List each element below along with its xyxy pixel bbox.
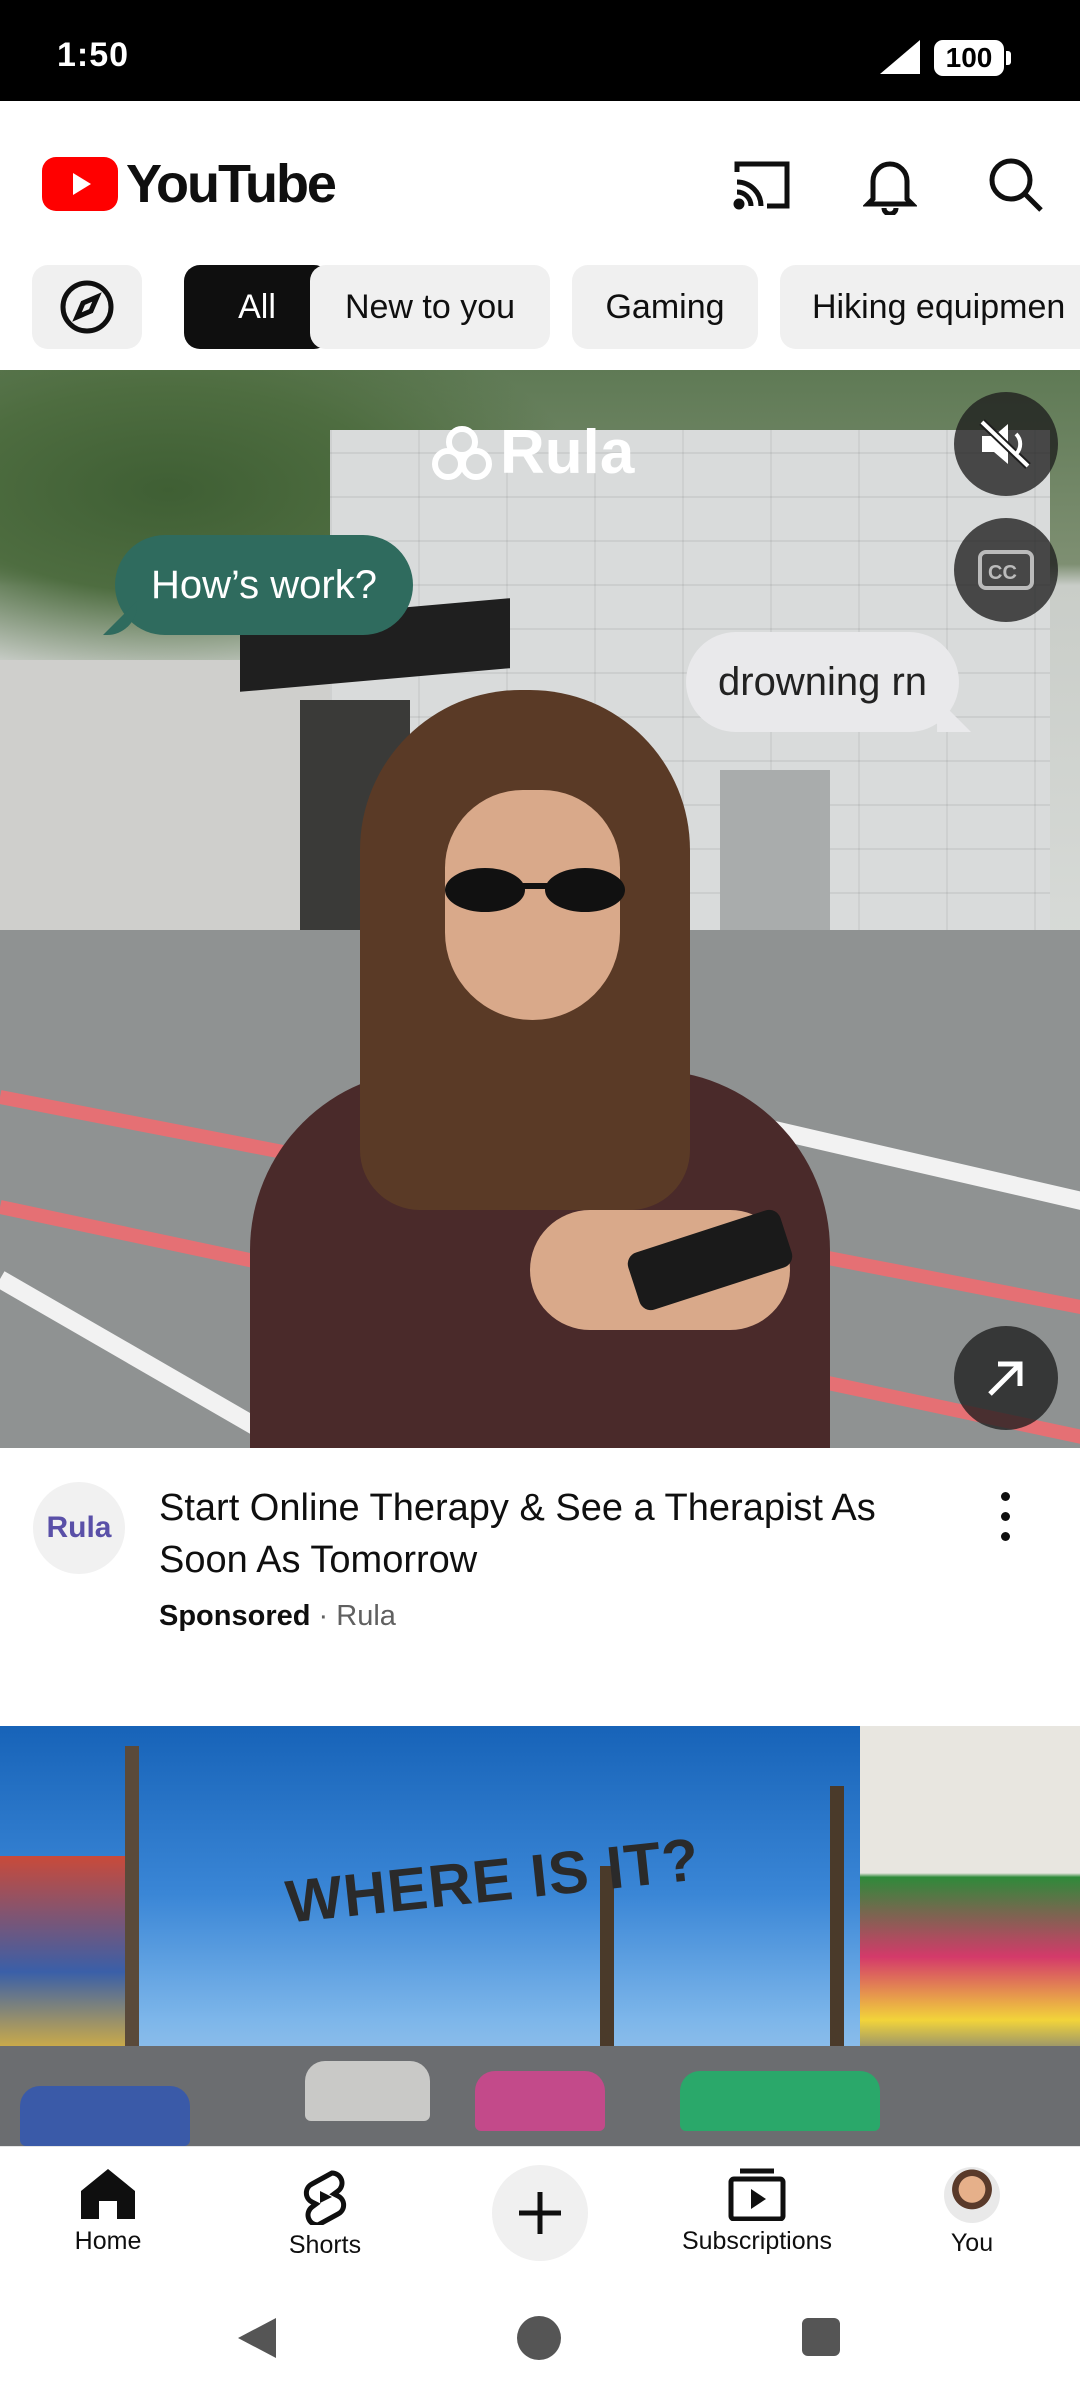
nav-subscriptions[interactable]: Subscriptions xyxy=(677,2167,837,2256)
nav-home-label: Home xyxy=(74,2227,142,2255)
status-bar: 1:50 100 xyxy=(0,0,1080,101)
nav-shorts-label: Shorts xyxy=(288,2231,362,2259)
svg-text:CC: CC xyxy=(988,562,1017,584)
search-icon[interactable] xyxy=(984,153,1048,217)
create-plus-icon xyxy=(519,2192,561,2234)
filter-chips: All New to you Gaming Hiking equipmen xyxy=(0,263,1080,349)
thumb-pole xyxy=(125,1746,139,2086)
sponsored-label: Sponsored xyxy=(159,1600,311,1632)
chat-bubble-left: How’s work? xyxy=(115,535,413,635)
thumb-car xyxy=(680,2071,880,2131)
video-thumbnail[interactable]: WHERE IS IT? xyxy=(0,1726,1080,2146)
mute-icon xyxy=(979,419,1031,469)
recents-square-icon[interactable] xyxy=(802,2318,840,2356)
advertiser-avatar-text: Rula xyxy=(46,1511,112,1544)
chip-new-to-you[interactable]: New to you xyxy=(310,265,550,349)
battery-icon: 100 xyxy=(934,40,1011,76)
back-icon[interactable] xyxy=(236,2316,278,2360)
chip-gaming[interactable]: Gaming xyxy=(572,265,758,349)
subline-separator: · xyxy=(318,1600,329,1632)
compass-icon xyxy=(60,280,114,334)
top-app-bar: YouTube xyxy=(0,101,1080,261)
advertiser-avatar[interactable]: Rula xyxy=(33,1482,125,1574)
nav-shorts[interactable]: Shorts xyxy=(245,2167,405,2260)
ad-brand-overlay: Rula xyxy=(430,417,634,488)
thumbnail-text: WHERE IS IT? xyxy=(282,1825,703,1936)
bell-icon[interactable] xyxy=(858,153,922,217)
explore-button[interactable] xyxy=(32,265,142,349)
ad-person xyxy=(250,690,830,1448)
battery-level: 100 xyxy=(945,42,993,73)
status-time: 1:50 xyxy=(57,36,130,74)
create-button[interactable] xyxy=(492,2165,588,2261)
bottom-navigation: Home Shorts Subscriptions You xyxy=(0,2146,1080,2276)
nav-you-label: You xyxy=(950,2229,994,2257)
cast-icon[interactable] xyxy=(730,153,794,217)
nav-you[interactable]: You xyxy=(892,2167,1052,2258)
ad-subline: Sponsored · Rula xyxy=(159,1600,396,1633)
more-options-button[interactable] xyxy=(990,1486,1020,1546)
open-external-icon xyxy=(988,1361,1023,1396)
nav-subscriptions-label: Subscriptions xyxy=(681,2227,833,2255)
youtube-logo[interactable]: YouTube xyxy=(42,153,337,215)
subscriptions-icon xyxy=(728,2168,786,2221)
chip-all[interactable]: All xyxy=(184,265,330,349)
signal-icon xyxy=(880,40,920,74)
shorts-icon xyxy=(303,2170,347,2225)
youtube-play-icon xyxy=(42,157,118,211)
avatar xyxy=(944,2167,1000,2223)
thumb-car xyxy=(305,2061,430,2121)
home-circle-icon[interactable] xyxy=(517,2316,561,2360)
ad-details[interactable]: Rula Start Online Therapy & See a Therap… xyxy=(0,1448,1080,1688)
ad-brand-text: Rula xyxy=(500,418,635,487)
chip-hiking-equipment[interactable]: Hiking equipmen xyxy=(780,265,1080,349)
home-icon xyxy=(81,2169,135,2219)
thumb-car xyxy=(20,2086,190,2146)
system-navigation xyxy=(0,2276,1080,2400)
captions-button[interactable]: CC xyxy=(954,518,1058,622)
thumb-car xyxy=(475,2071,605,2131)
mute-button[interactable] xyxy=(954,392,1058,496)
ad-video-player[interactable]: Rula How’s work? drowning rn CC xyxy=(0,370,1080,1448)
nav-home[interactable]: Home xyxy=(28,2167,188,2256)
ad-title[interactable]: Start Online Therapy & See a Therapist A… xyxy=(159,1482,939,1586)
captions-icon: CC xyxy=(978,550,1034,590)
logo-text: YouTube xyxy=(126,154,337,214)
rula-logo-icon xyxy=(432,425,492,480)
open-ad-link-button[interactable] xyxy=(954,1326,1058,1430)
chat-bubble-right: drowning rn xyxy=(686,632,960,732)
advertiser-name: Rula xyxy=(336,1600,396,1632)
thumb-palm xyxy=(830,1786,844,2086)
